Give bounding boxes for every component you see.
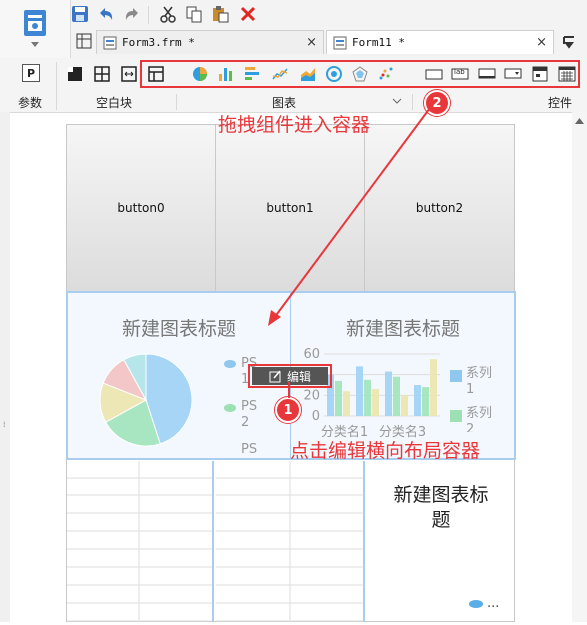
app-menu[interactable] — [0, 0, 71, 58]
pie-chart[interactable] — [96, 350, 196, 450]
grid-block-icon[interactable] — [92, 64, 112, 84]
combobox-widget-icon[interactable] — [503, 64, 523, 84]
bar[interactable] — [335, 380, 342, 416]
bar[interactable] — [343, 391, 350, 416]
form-file-icon — [103, 36, 117, 49]
bar[interactable] — [356, 366, 363, 416]
layout-icon[interactable] — [76, 33, 92, 52]
legend-swatch — [224, 360, 236, 368]
group-label-param: 参数 — [18, 96, 43, 110]
bar[interactable] — [393, 376, 400, 416]
annotation-connector — [288, 382, 290, 398]
bar[interactable] — [372, 389, 379, 416]
bar-chart-icon[interactable] — [216, 64, 236, 84]
delete-icon[interactable] — [238, 4, 258, 24]
y-tick-label: 60 — [303, 347, 320, 362]
label-widget-icon[interactable]: lab — [450, 64, 470, 84]
bar[interactable] — [422, 387, 429, 416]
legend-swatch — [224, 404, 236, 412]
grid-lines — [216, 461, 363, 622]
tab-form11[interactable]: Form11 * × — [326, 30, 554, 54]
chevron-down-icon[interactable] — [31, 42, 39, 48]
param-button[interactable]: P — [22, 64, 40, 82]
bar[interactable] — [401, 395, 408, 416]
chart-title: 新建图表标 题 — [367, 483, 515, 533]
chart-panel-3[interactable]: 新建图表标 题 ... — [367, 461, 515, 622]
bar-legend: 系列1 系列2 — [448, 366, 514, 432]
button-0[interactable]: button0 — [67, 125, 216, 291]
area-chart-icon[interactable] — [298, 64, 318, 84]
bar[interactable] — [430, 359, 437, 416]
annotation-arrow — [268, 107, 431, 326]
chart-title: 新建图表标题 — [121, 318, 236, 340]
bar-chart[interactable]: 6040200分类名1分类名3 — [296, 346, 446, 440]
cut-icon[interactable] — [158, 4, 178, 24]
legend-label: 系列2 — [466, 406, 493, 432]
legend-swatch — [469, 600, 483, 608]
group-label-blank: 空白块 — [96, 96, 133, 110]
app-icon[interactable] — [22, 8, 48, 38]
legend-label: PS 2 — [241, 399, 258, 430]
legend-swatch — [450, 410, 462, 422]
redo-icon[interactable] — [122, 4, 142, 24]
scatter-chart-icon[interactable] — [376, 64, 396, 84]
divider — [176, 94, 177, 110]
pie-chart-icon[interactable] — [190, 64, 210, 84]
table-grid-2[interactable] — [216, 461, 365, 622]
line-chart-icon[interactable] — [270, 64, 290, 84]
group-label-widget: 控件 — [548, 96, 573, 110]
grip-icon[interactable]: ⁞ — [3, 420, 6, 429]
y-tick-label: 20 — [303, 388, 320, 403]
left-collapse-strip[interactable]: ⁞ — [0, 112, 10, 622]
copy-icon[interactable] — [184, 4, 204, 24]
paste-icon[interactable] — [210, 4, 230, 24]
close-icon[interactable]: × — [536, 35, 547, 50]
legend-label: PS — [241, 442, 258, 456]
legend-swatch — [450, 370, 462, 382]
button-widget-icon[interactable] — [424, 64, 444, 84]
tab-label: Form3.frm * — [122, 36, 195, 49]
radar-chart-icon[interactable] — [350, 64, 370, 84]
legend-label: 系列1 — [466, 366, 493, 397]
gauge-chart-icon[interactable] — [324, 64, 344, 84]
form-file-icon — [333, 36, 347, 49]
annotation-number-1: 1 — [275, 397, 301, 423]
label-widget-text: lab — [454, 68, 465, 76]
absolute-block-icon[interactable] — [65, 64, 85, 84]
horizontal-block-icon[interactable] — [119, 64, 139, 84]
bar[interactable] — [364, 379, 371, 416]
legend-label: ... — [487, 596, 500, 611]
vertical-scrollbar[interactable] — [572, 112, 587, 622]
bar[interactable] — [414, 385, 421, 416]
table-grid-1[interactable] — [67, 461, 214, 622]
annotation-edit-text: 点击编辑横向布局容器 — [290, 440, 481, 462]
date-widget-icon[interactable] — [530, 64, 550, 84]
undo-icon[interactable] — [96, 4, 116, 24]
divider — [56, 62, 57, 110]
close-icon[interactable]: × — [306, 35, 317, 50]
divider — [148, 6, 149, 24]
chart-title-line: 题 — [431, 509, 451, 531]
calendar-widget-icon[interactable] — [557, 64, 577, 84]
scroll-up-icon[interactable] — [575, 118, 584, 124]
tab-form3[interactable]: Form3.frm * × — [96, 30, 324, 54]
save-icon[interactable] — [70, 4, 90, 24]
grid-lines — [67, 461, 212, 622]
tab-label: Form11 * — [352, 36, 405, 49]
y-tick-label: 0 — [312, 409, 320, 424]
tab-list-icon[interactable] — [562, 34, 578, 53]
bar[interactable] — [385, 371, 392, 416]
text-field-widget-icon[interactable] — [477, 64, 497, 84]
chart-title-line: 新建图表标 — [393, 484, 489, 506]
horizontal-bar-chart-icon[interactable] — [242, 64, 262, 84]
edit-icon — [269, 370, 281, 382]
